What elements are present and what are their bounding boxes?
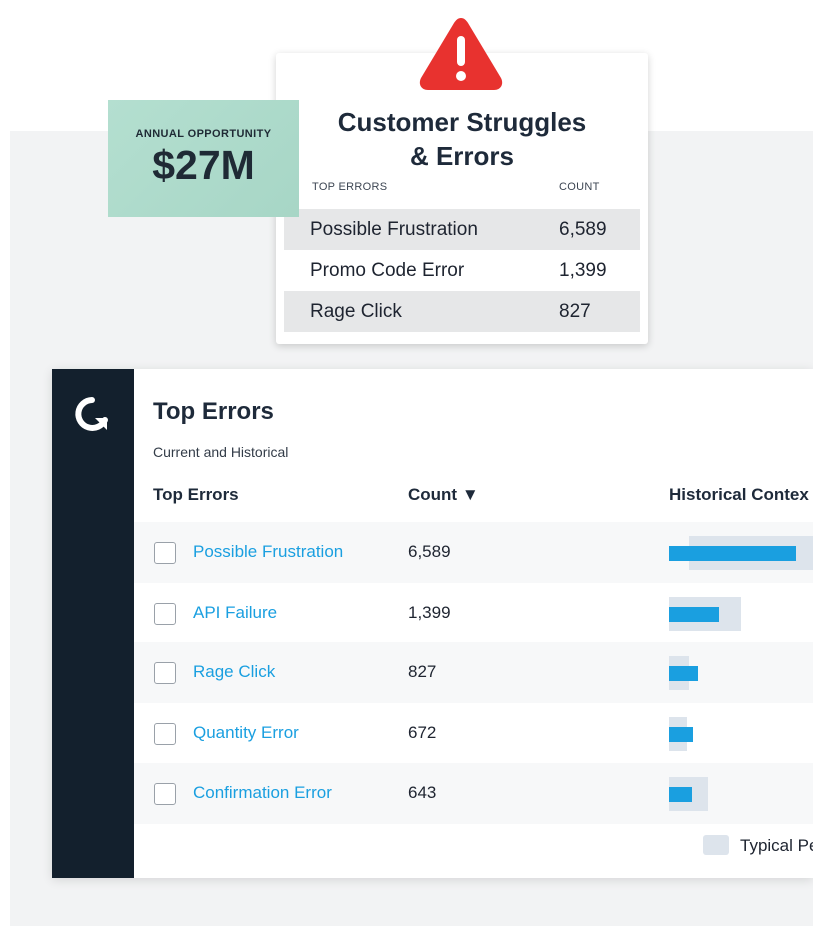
row-checkbox[interactable] [154, 542, 176, 564]
warning-triangle-icon [419, 18, 503, 90]
error-name: Possible Frustration [310, 219, 478, 240]
error-count: 827 [559, 301, 591, 322]
error-link[interactable]: Rage Click [193, 662, 275, 682]
legend-typical-swatch [703, 835, 729, 855]
customer-struggles-card: Customer Struggles & Errors TOP ERRORS C… [276, 53, 648, 344]
error-count: 672 [408, 723, 437, 742]
row-checkbox[interactable] [154, 662, 176, 684]
sidebar [52, 369, 134, 878]
current-value-bar [669, 787, 692, 802]
col-header-count: COUNT [559, 181, 600, 193]
error-name: Rage Click [310, 301, 402, 322]
table-row: Quantity Error 672 [134, 703, 813, 764]
current-value-bar [669, 727, 693, 742]
list-item: Promo Code Error 1,399 [284, 250, 640, 291]
col-header-top-errors: Top Errors [153, 485, 239, 504]
current-value-bar [669, 607, 719, 622]
opportunity-value: $27M [152, 142, 255, 188]
list-item: Rage Click 827 [284, 291, 640, 332]
error-count: 6,589 [559, 219, 607, 240]
table-row: API Failure 1,399 [134, 583, 813, 644]
page-subtitle: Current and Historical [153, 444, 289, 460]
page-title: Top Errors [153, 398, 274, 425]
table-row: Possible Frustration 6,589 [134, 522, 813, 583]
col-header-top-errors: TOP ERRORS [312, 181, 388, 193]
table-row: Rage Click 827 [134, 642, 813, 703]
error-count: 1,399 [559, 260, 607, 281]
error-link[interactable]: Confirmation Error [193, 783, 332, 803]
col-header-count-sort[interactable]: Count ▼ [408, 485, 479, 505]
current-value-bar [669, 666, 698, 681]
table-row: Confirmation Error 643 [134, 763, 813, 824]
row-checkbox[interactable] [154, 723, 176, 745]
card-title-line-2: & Errors [409, 141, 515, 171]
brand-logo-icon[interactable] [70, 393, 114, 437]
card-title: Customer Struggles & Errors [276, 105, 648, 173]
error-link[interactable]: API Failure [193, 603, 277, 623]
error-name: Promo Code Error [310, 260, 465, 281]
opportunity-label: ANNUAL OPPORTUNITY [135, 128, 272, 140]
col-header-historical-context: Historical Contex [669, 485, 809, 504]
card-title-line-1: Customer Struggles [337, 107, 587, 137]
legend-typical-label: Typical Pe [740, 836, 813, 855]
error-count: 1,399 [408, 603, 451, 622]
error-count: 6,589 [408, 542, 451, 561]
row-checkbox[interactable] [154, 783, 176, 805]
row-checkbox[interactable] [154, 603, 176, 625]
top-errors-dashboard: Top Errors Current and Historical Top Er… [52, 369, 813, 878]
current-value-bar [669, 546, 796, 561]
error-link[interactable]: Possible Frustration [193, 542, 343, 562]
error-count: 643 [408, 783, 437, 802]
error-count: 827 [408, 662, 437, 681]
error-link[interactable]: Quantity Error [193, 723, 299, 743]
annual-opportunity-card: ANNUAL OPPORTUNITY $27M [108, 100, 299, 217]
list-item: Possible Frustration 6,589 [284, 209, 640, 250]
